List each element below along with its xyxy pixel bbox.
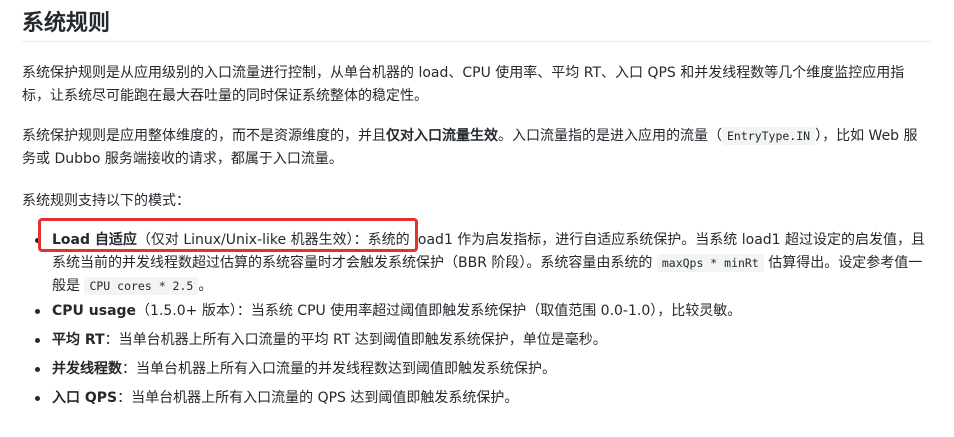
mode-desc-qps: ：当单台机器上所有入口流量的 QPS 达到阈值即触发系统保护。 [117, 390, 519, 406]
list-item-qps: 入口 QPS：当单台机器上所有入口流量的 QPS 达到阈值即触发系统保护。 [35, 387, 932, 410]
page-title: 系统规则 [22, 0, 932, 42]
scope-bold-text: 仅对入口流量生效 [386, 128, 498, 144]
mode-name-threads: 并发线程数 [52, 361, 122, 377]
bullet-icon [35, 238, 40, 243]
bullet-icon [35, 338, 40, 343]
scope-text-after: 。入口流量指的是进入应用的流量（ [498, 128, 722, 144]
document-body: 系统规则 系统保护规则是从应用级别的入口流量进行控制，从单台机器的 load、C… [22, 0, 932, 406]
bullet-icon [35, 367, 40, 372]
mode-name-avg-rt: 平均 RT [52, 332, 105, 348]
list-item-threads: 并发线程数：当单台机器上所有入口流量的并发线程数达到阈值即触发系统保护。 [35, 358, 932, 381]
bullet-icon [35, 309, 40, 314]
list-item-avg-rt: 平均 RT：当单台机器上所有入口流量的平均 RT 达到阈值即触发系统保护，单位是… [35, 329, 932, 352]
entrytype-code: EntryType.IN [722, 127, 816, 145]
mode-name-cpu-usage: CPU usage [52, 303, 137, 319]
mode-name-qps: 入口 QPS [52, 390, 118, 406]
mode-desc-load-3: 。 [198, 278, 213, 294]
maxqps-minrt-code: maxQps * minRt [656, 254, 764, 272]
mode-desc-cpu-usage: （1.5.0+ 版本）：当系统 CPU 使用率超过阈值即触发系统保护（取值范围 … [136, 303, 742, 319]
list-item-load: Load 自适应（仅对 Linux/Unix-like 机器生效）：系统的 lo… [35, 229, 932, 298]
mode-desc-avg-rt: ：当单台机器上所有入口流量的平均 RT 达到阈值即触发系统保护，单位是毫秒。 [104, 332, 607, 348]
scope-paragraph: 系统保护规则是应用整体维度的，而不是资源维度的，并且仅对入口流量生效。入口流量指… [22, 125, 928, 171]
modes-intro: 系统规则支持以下的模式： [22, 193, 190, 209]
intro-paragraph: 系统保护规则是从应用级别的入口流量进行控制，从单台机器的 load、CPU 使用… [22, 65, 905, 104]
scope-text-before: 系统保护规则是应用整体维度的，而不是资源维度的，并且 [22, 128, 386, 144]
bullet-icon [35, 396, 40, 401]
mode-name-load: Load 自适应 [52, 232, 137, 248]
list-item-cpu-usage: CPU usage（1.5.0+ 版本）：当系统 CPU 使用率超过阈值即触发系… [35, 300, 932, 323]
modes-list: Load 自适应（仅对 Linux/Unix-like 机器生效）：系统的 lo… [22, 229, 932, 416]
cpu-cores-code: CPU cores * 2.5 [84, 277, 199, 295]
mode-desc-threads: ：当单台机器上所有入口流量的并发线程数达到阈值即触发系统保护。 [122, 361, 556, 377]
